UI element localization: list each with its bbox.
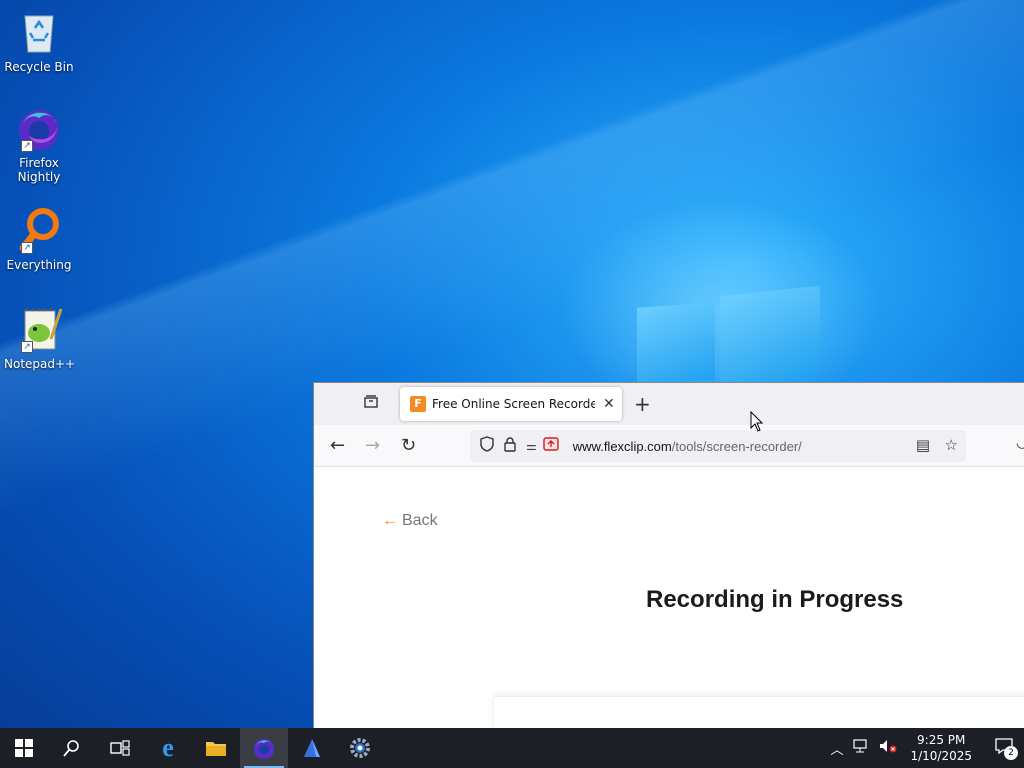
notification-count-badge: 2 xyxy=(1004,746,1018,760)
desktop-icon-firefox-nightly[interactable]: ↗ Firefox Nightly xyxy=(4,104,74,184)
app-taskbar-icon[interactable] xyxy=(288,728,336,768)
browser-window: F Free Online Screen Recorder & ✕ + ← → … xyxy=(313,382,1024,728)
recycle-bin-icon xyxy=(15,8,63,56)
reload-icon[interactable]: ↻ xyxy=(401,435,416,456)
back-icon[interactable]: ← xyxy=(330,435,345,456)
system-tray: ︿ 9:25 PM 1/10/2025 2 xyxy=(825,728,1024,768)
forward-icon[interactable]: → xyxy=(365,435,380,456)
start-button[interactable] xyxy=(0,728,48,768)
desktop-icon-recycle-bin[interactable]: Recycle Bin xyxy=(4,8,74,74)
desktop-icon-label: Notepad++ xyxy=(4,357,76,371)
volume-muted-icon[interactable] xyxy=(879,739,897,757)
shortcut-arrow-icon: ↗ xyxy=(21,242,33,254)
back-link[interactable]: ← Back xyxy=(382,512,438,530)
file-explorer-icon[interactable] xyxy=(192,728,240,768)
shield-icon[interactable] xyxy=(480,436,494,456)
windows-logo-pane-left xyxy=(637,302,715,385)
clock-time: 9:25 PM xyxy=(917,733,966,747)
new-tab-icon[interactable]: + xyxy=(634,392,651,416)
navigation-toolbar: ← → ↻ ⚌ www.flexclip.com/tools/screen-re… xyxy=(314,425,1024,467)
mouse-cursor-icon xyxy=(750,410,764,437)
windows-logo-pane-right xyxy=(720,285,820,388)
task-view-icon[interactable] xyxy=(96,728,144,768)
shortcut-arrow-icon: ↗ xyxy=(21,341,33,353)
url-bar[interactable]: ⚌ www.flexclip.com/tools/screen-recorder… xyxy=(470,430,966,462)
notepad-plus-plus-icon: ↗ xyxy=(15,305,63,353)
pocket-icon[interactable]: ◡ xyxy=(1016,435,1024,451)
desktop-icon-notepad-plus-plus[interactable]: ↗ Notepad++ xyxy=(4,305,76,371)
tab-title: Free Online Screen Recorder & xyxy=(432,397,595,411)
tab-list-icon[interactable] xyxy=(360,393,382,415)
close-tab-icon[interactable]: ✕ xyxy=(603,396,615,412)
clock-date: 1/10/2025 xyxy=(910,749,972,763)
shortcut-arrow-icon: ↗ xyxy=(21,140,33,152)
desktop-icon-label: Everything xyxy=(6,258,72,272)
permissions-icon[interactable]: ⚌ xyxy=(526,439,537,453)
lock-icon[interactable] xyxy=(504,436,516,456)
arrow-left-icon: ← xyxy=(382,512,398,529)
page-heading: Recording in Progress xyxy=(646,586,904,613)
tab-active[interactable]: F Free Online Screen Recorder & ✕ xyxy=(400,387,622,421)
internet-explorer-icon[interactable]: e xyxy=(144,728,192,768)
network-icon[interactable] xyxy=(853,739,869,757)
flexclip-favicon-icon: F xyxy=(410,396,426,412)
recording-panel xyxy=(494,696,1024,728)
page-content: ← Back Recording in Progress xyxy=(314,467,1024,728)
url-text: www.flexclip.com/tools/screen-recorder/ xyxy=(572,438,802,454)
settings-gear-icon[interactable] xyxy=(336,728,384,768)
chevron-up-icon[interactable]: ︿ xyxy=(830,739,843,758)
screen-share-icon[interactable] xyxy=(543,437,559,455)
desktop-icon-label: Firefox Nightly xyxy=(17,156,61,184)
firefox-nightly-taskbar-icon[interactable] xyxy=(240,728,288,768)
firefox-nightly-icon: ↗ xyxy=(15,104,63,152)
desktop-icon-label: Recycle Bin xyxy=(4,60,74,74)
desktop-icon-everything[interactable]: ↗ Everything xyxy=(4,206,74,272)
clock[interactable]: 9:25 PM 1/10/2025 xyxy=(910,732,972,764)
bookmark-star-icon[interactable]: ☆ xyxy=(945,436,958,454)
taskbar: e ︿ 9:25 PM 1/10/2025 2 xyxy=(0,728,1024,768)
reader-view-icon[interactable]: ▤ xyxy=(916,436,930,454)
magnifier-icon: ↗ xyxy=(15,206,63,254)
tab-bar: F Free Online Screen Recorder & ✕ + xyxy=(314,383,1024,425)
search-icon[interactable] xyxy=(48,728,96,768)
action-center-button[interactable]: 2 xyxy=(984,728,1024,768)
